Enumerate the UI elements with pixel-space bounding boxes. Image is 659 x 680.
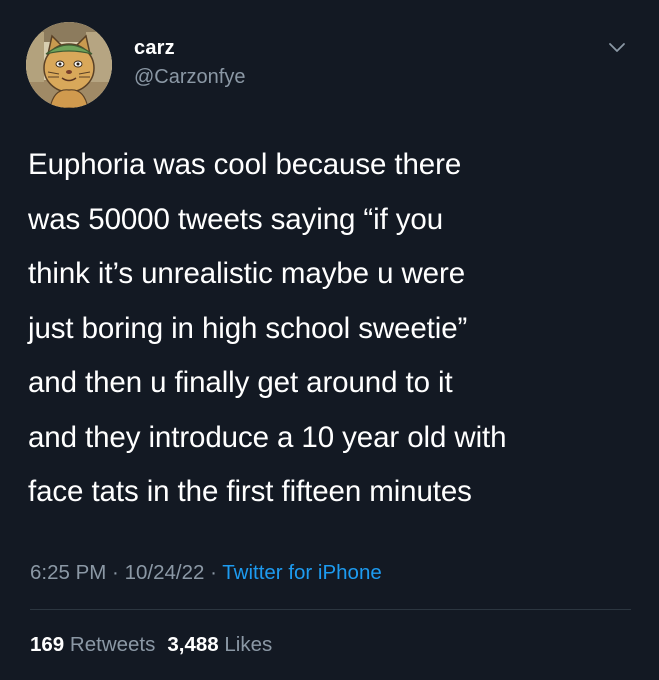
tweet-date[interactable]: 10/24/22 [125,561,205,584]
retweets-label: Retweets [69,633,156,656]
tweet-time[interactable]: 6:25 PM [30,561,106,584]
retweets-stat[interactable]: 169 Retweets [30,630,155,660]
cartoon-cat-avatar-icon [26,22,112,108]
tweet-source-link[interactable]: Twitter for iPhone [222,561,382,584]
meta-separator: · [204,561,223,584]
author-info: carz @Carzonfye [134,36,245,90]
meta-separator: · [106,561,125,584]
tweet-metadata: 6:25 PM · 10/24/22 · Twitter for iPhone [30,558,382,588]
likes-count: 3,488 [167,633,219,656]
tweet-stats: 169 Retweets 3,488 Likes [30,630,272,660]
likes-stat[interactable]: 3,488 Likes [167,630,272,660]
chevron-down-icon[interactable] [606,36,628,58]
divider [30,609,631,610]
retweets-count: 169 [30,633,65,656]
tweet-card: carz @Carzonfye Euphoria was cool becaus… [0,0,659,680]
user-handle[interactable]: @Carzonfye [134,64,245,90]
tweet-header: carz @Carzonfye [26,22,636,112]
display-name[interactable]: carz [134,36,245,60]
likes-label: Likes [224,633,273,656]
tweet-text: Euphoria was cool because there was 5000… [28,148,507,508]
avatar[interactable] [26,22,112,108]
